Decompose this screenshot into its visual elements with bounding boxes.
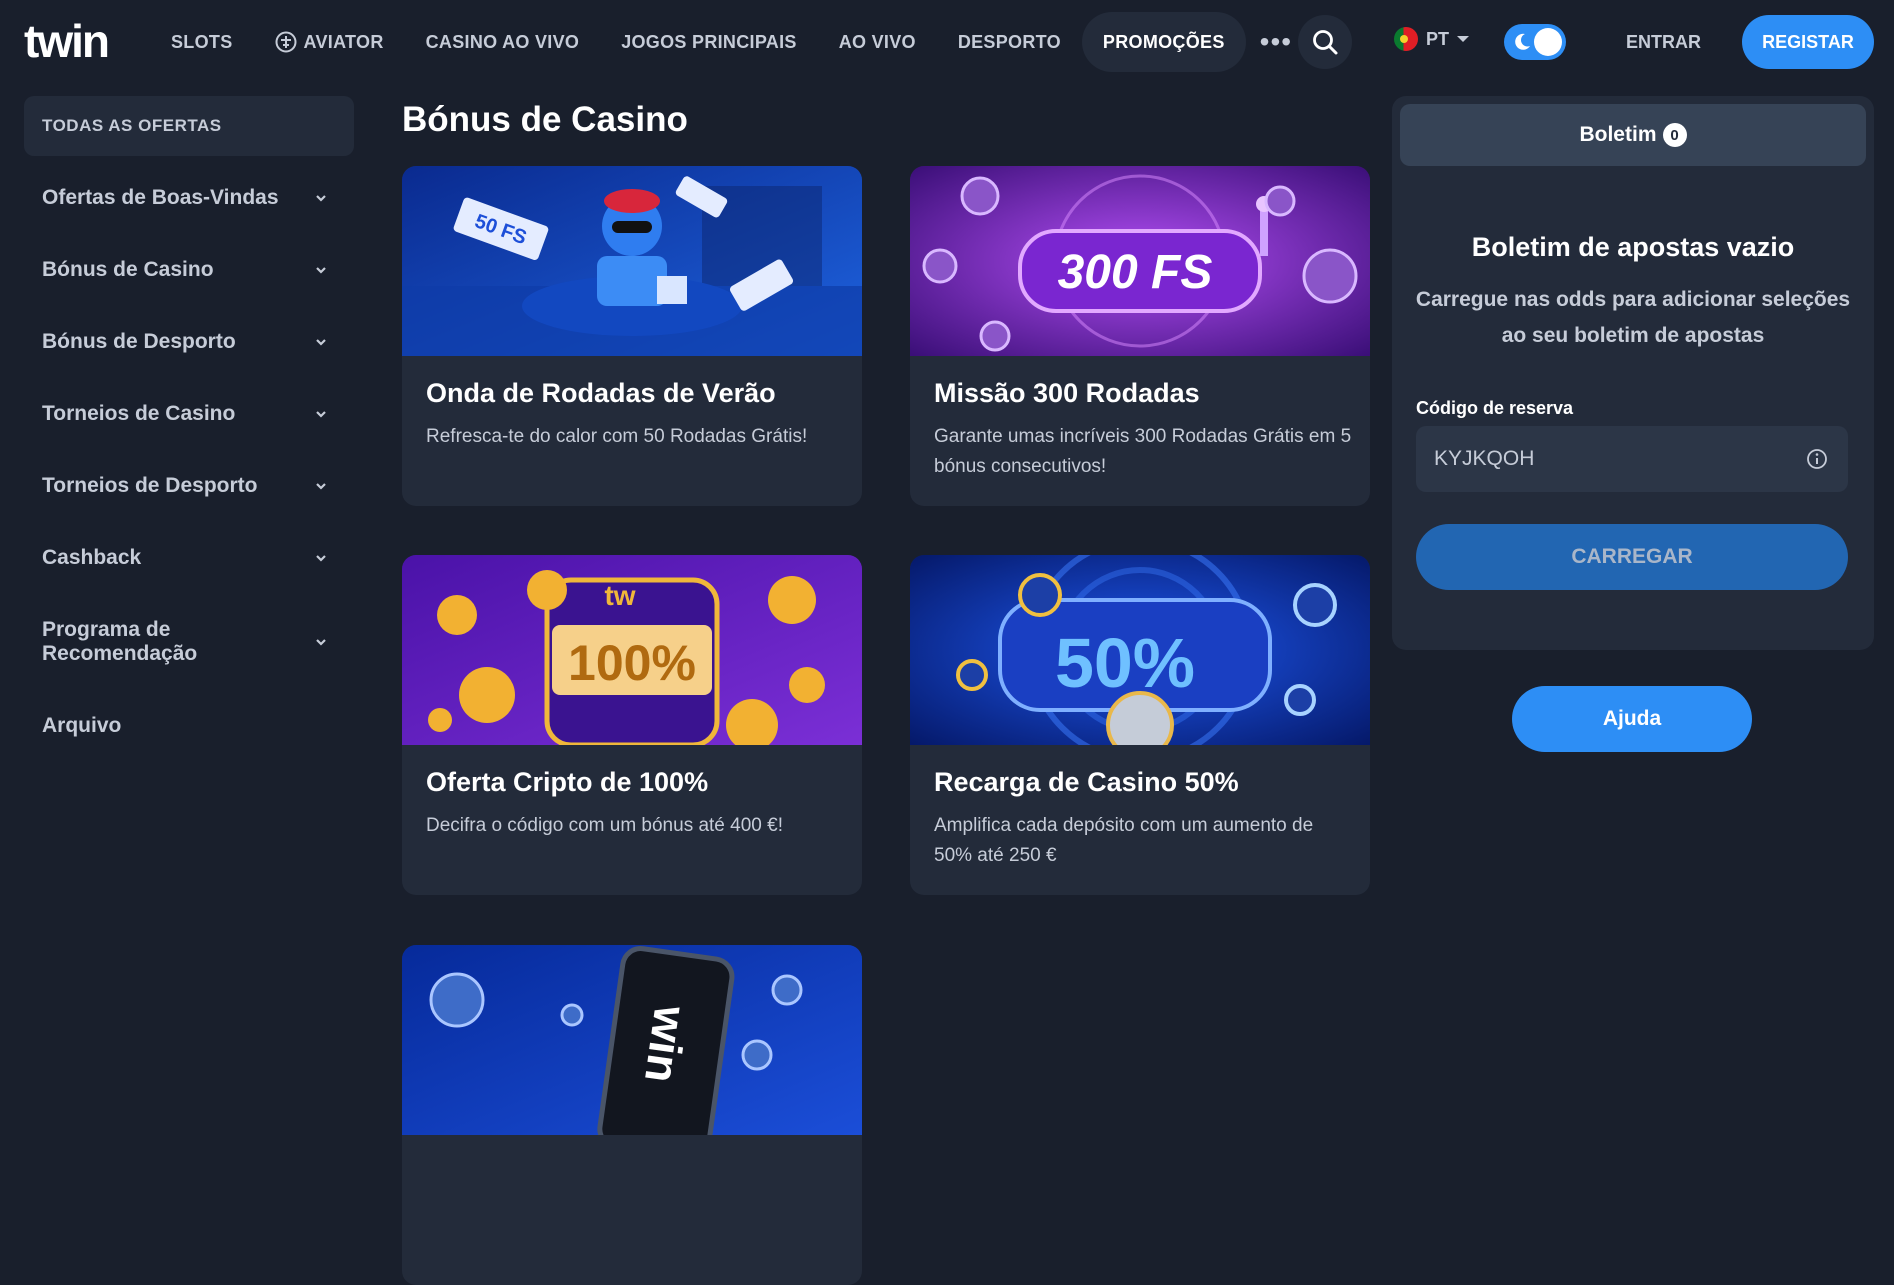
top-header: twin SLOTS AVIATOR CASINO AO VIVO JOGOS …	[0, 0, 1894, 84]
nav-sports-label: DESPORTO	[957, 31, 1061, 52]
nav-sports[interactable]: DESPORTO	[937, 12, 1082, 72]
chevron-down-icon	[316, 639, 326, 646]
promo-card-title: Recarga de Casino 50%	[934, 767, 1239, 797]
betslip-tab[interactable]: Boletim 0	[1400, 104, 1866, 166]
chevron-down-icon	[316, 267, 326, 274]
promo-card-title: Onda de Rodadas de Verão	[426, 378, 776, 408]
nav-slots[interactable]: SLOTS	[150, 12, 254, 72]
promo-card-description: Refresca-te do calor com 50 Rodadas Grát…	[426, 426, 808, 447]
promo-banner-image: 50%	[910, 555, 1370, 763]
caret-down-icon	[1457, 36, 1470, 42]
betslip-count-badge: 0	[1662, 123, 1687, 147]
sidebar-item-label: Programa de Recomendação	[42, 618, 198, 665]
promo-banner-image: 300 FS	[910, 166, 1370, 356]
load-button[interactable]: CARREGAR	[1416, 524, 1848, 590]
promo-banner-image: 100% tw	[402, 555, 862, 751]
more-menu-icon[interactable]: •••	[1246, 28, 1306, 56]
promo-card-casino-reload-50[interactable]: 50% Recarga de Casino 50% Amplifica cada…	[910, 555, 1370, 895]
search-button[interactable]	[1298, 15, 1352, 69]
toggle-knob	[1534, 28, 1562, 56]
chevron-down-icon	[316, 555, 326, 562]
promo-card-description: Decifra o código com um bónus até 400 €!	[426, 815, 783, 836]
page-title: Bónus de Casino	[402, 100, 688, 139]
aviator-icon	[275, 31, 297, 53]
banner-text: 100%	[568, 635, 696, 691]
search-icon	[1313, 30, 1338, 55]
empty-betslip-title: Boletim de apostas vazio	[1471, 232, 1795, 262]
dark-mode-toggle[interactable]	[1504, 24, 1566, 60]
sidebar-item-sports-tournaments[interactable]: Torneios de Desporto	[24, 450, 354, 522]
main-nav: SLOTS AVIATOR CASINO AO VIVO JOGOS PRINC…	[150, 12, 1306, 72]
login-button[interactable]: ENTRAR	[1608, 22, 1719, 62]
nav-top-games-label: JOGOS PRINCIPAIS	[621, 31, 797, 52]
svg-text:tw: tw	[604, 580, 635, 611]
banner-text: 50%	[1055, 624, 1195, 702]
portugal-flag-icon	[1394, 27, 1418, 51]
promo-card-description: Amplifica cada depósito com um aumento d…	[934, 815, 1314, 866]
help-button[interactable]: Ajuda	[1512, 686, 1752, 752]
promo-card-description: Garante umas incríveis 300 Rodadas Gráti…	[934, 426, 1352, 477]
register-button[interactable]: REGISTAR	[1742, 15, 1874, 69]
nav-promotions[interactable]: PROMOÇÕES	[1081, 12, 1246, 72]
sidebar-item-archive[interactable]: Arquivo	[24, 690, 354, 762]
info-icon[interactable]	[1806, 448, 1828, 470]
nav-promotions-label: PROMOÇÕES	[1102, 31, 1225, 52]
all-offers-label: TODAS AS OFERTAS	[42, 116, 222, 135]
promo-card-title: Oferta Cripto de 100%	[426, 767, 709, 797]
sidebar-item-sports-bonus[interactable]: Bónus de Desporto	[24, 306, 354, 378]
sidebar-item-label: Ofertas de Boas-Vindas	[42, 186, 279, 209]
booking-code-input[interactable]	[1416, 426, 1848, 492]
moon-icon	[1515, 33, 1530, 50]
chevron-down-icon	[316, 483, 326, 490]
sidebar-item-referral-program[interactable]: Programa de Recomendação	[24, 594, 354, 690]
promo-banner-image: win	[402, 945, 862, 1160]
empty-betslip-description: Carregue nas odds para adicionar seleçõe…	[1415, 288, 1851, 347]
nav-live-label: AO VIVO	[838, 31, 916, 52]
sidebar-item-casino-bonus[interactable]: Bónus de Casino	[24, 234, 354, 306]
sidebar-item-label: Arquivo	[42, 714, 122, 737]
promo-card-summer-spins[interactable]: 50 FS Onda de Rodadas de Verão Refresca-…	[402, 166, 862, 506]
promo-card-title: Missão 300 Rodadas	[934, 378, 1200, 408]
sidebar-item-label: Cashback	[42, 546, 142, 569]
promo-card-app[interactable]: win	[402, 945, 862, 1285]
booking-code-label: Código de reserva	[1416, 398, 1574, 418]
betslip-tab-label: Boletim	[1579, 123, 1657, 146]
chevron-down-icon	[316, 411, 326, 418]
banner-text: 300 FS	[1058, 246, 1213, 299]
twin-logo[interactable]: twin	[24, 16, 110, 66]
sidebar-item-label: Bónus de Casino	[42, 258, 214, 281]
language-selector[interactable]: PT	[1394, 27, 1470, 51]
promotions-sidebar: TODAS AS OFERTAS Ofertas de Boas-Vindas …	[24, 96, 354, 762]
promo-card-300-spins[interactable]: 300 FS Missão 300 Rodadas Garante umas i…	[910, 166, 1370, 506]
sidebar-item-cashback[interactable]: Cashback	[24, 522, 354, 594]
betslip-panel: Boletim 0 Boletim de apostas vazio Carre…	[1392, 96, 1874, 650]
nav-aviator[interactable]: AVIATOR	[254, 12, 405, 72]
sidebar-item-welcome-offers[interactable]: Ofertas de Boas-Vindas	[24, 162, 354, 234]
sidebar-item-label: Torneios de Casino	[42, 402, 236, 425]
chevron-down-icon	[316, 195, 326, 202]
nav-slots-label: SLOTS	[171, 31, 233, 52]
sidebar-item-label: Bónus de Desporto	[42, 330, 236, 353]
nav-top-games[interactable]: JOGOS PRINCIPAIS	[600, 12, 818, 72]
nav-live-casino[interactable]: CASINO AO VIVO	[405, 12, 601, 72]
nav-aviator-label: AVIATOR	[303, 31, 384, 52]
banner-text: win	[635, 1002, 697, 1086]
chevron-down-icon	[316, 339, 326, 346]
all-offers-button[interactable]: TODAS AS OFERTAS	[24, 96, 354, 156]
promo-banner-image: 50 FS	[402, 166, 862, 356]
promo-card-crypto-100[interactable]: 100% tw Oferta Cripto de 100% Decifra o …	[402, 555, 862, 895]
nav-live[interactable]: AO VIVO	[818, 12, 937, 72]
sidebar-item-label: Torneios de Desporto	[42, 474, 258, 497]
language-label: PT	[1426, 28, 1450, 49]
sidebar-item-casino-tournaments[interactable]: Torneios de Casino	[24, 378, 354, 450]
nav-live-casino-label: CASINO AO VIVO	[425, 31, 580, 52]
